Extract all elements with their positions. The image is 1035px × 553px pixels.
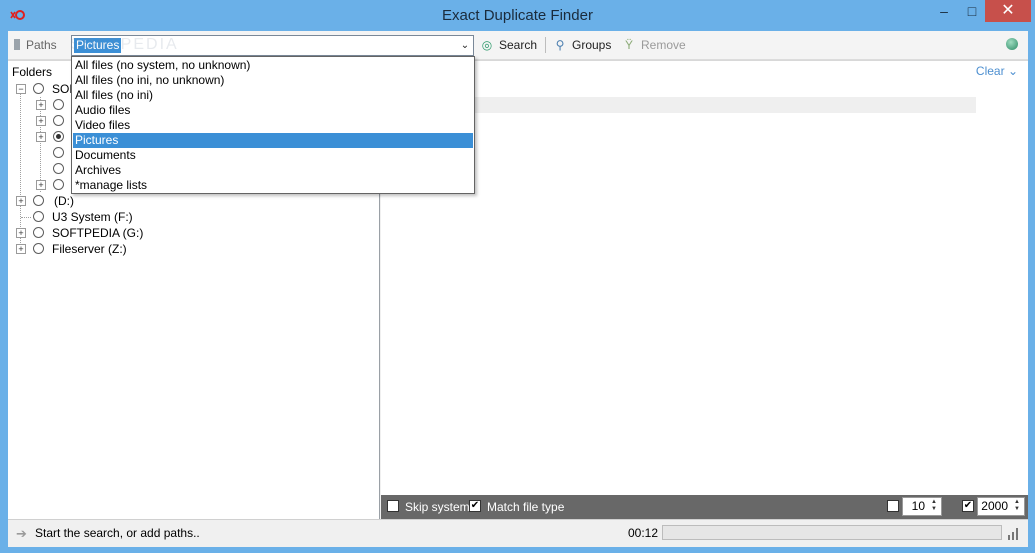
status-message: Start the search, or add paths.. — [35, 526, 200, 540]
chevron-down-icon: ⌄ — [1007, 64, 1018, 78]
tree-line — [21, 217, 31, 218]
min-size-value: 10 — [911, 499, 925, 513]
tree-node-child[interactable]: + — [12, 177, 72, 193]
groups-button[interactable]: ⚲ Groups — [553, 37, 612, 53]
dropdown-option[interactable]: Audio files — [73, 103, 473, 118]
toolbar-separator — [545, 37, 546, 53]
tree-node-label: SOFTPEDIA (G:) — [52, 226, 144, 240]
min-size-input[interactable]: 10 ▲ ▼ — [902, 497, 942, 516]
root-radio[interactable] — [33, 83, 44, 94]
drive-radio[interactable] — [33, 243, 44, 254]
min-size-checkbox[interactable] — [887, 500, 899, 512]
match-file-type-label: Match file type — [487, 500, 565, 514]
title-bar: Exact Duplicate Finder – □ ✕ — [0, 0, 1035, 31]
remove-label: Remove — [641, 38, 686, 52]
results-panel: Clear ⌄ Skip system ✔ Match file type 10… — [381, 60, 1028, 519]
search-icon: ◎ — [481, 38, 493, 52]
app-window: Exact Duplicate Finder – □ ✕ Paths Pictu… — [0, 0, 1035, 553]
child-radio[interactable] — [53, 163, 64, 174]
tree-node-drive-f[interactable]: U3 System (F:) — [12, 209, 372, 225]
elapsed-time: 00:12 — [628, 526, 659, 540]
close-button[interactable]: ✕ — [985, 0, 1031, 22]
dropdown-option[interactable]: Pictures — [73, 133, 473, 148]
drive-radio[interactable] — [33, 195, 44, 206]
clear-button[interactable]: Clear ⌄ — [976, 64, 1018, 78]
dropdown-option[interactable]: Video files — [73, 118, 473, 133]
minimize-button[interactable]: – — [930, 0, 958, 22]
file-filter-dropdown-list[interactable]: All files (no system, no unknown) All fil… — [71, 56, 475, 194]
tree-node-child[interactable] — [12, 161, 72, 177]
paths-icon — [14, 39, 20, 50]
clear-label: Clear — [975, 64, 1005, 78]
bar-chart-icon[interactable] — [1008, 528, 1018, 540]
drive-radio[interactable] — [33, 227, 44, 238]
tree-node-label: (D:) — [54, 194, 74, 208]
spinner-arrows-icon[interactable]: ▲ ▼ — [1011, 499, 1023, 514]
dropdown-option[interactable]: *manage lists — [73, 178, 473, 193]
max-size-checkbox[interactable]: ✔ — [962, 500, 974, 512]
options-bar: Skip system ✔ Match file type 10 ▲ ▼ ✔ 20… — [381, 495, 1028, 519]
tree-node-drive-d[interactable]: + (D:) — [12, 193, 372, 209]
dropdown-option[interactable]: All files (no system, no unknown) — [73, 58, 473, 73]
remove-button[interactable]: Ÿ Remove — [622, 37, 686, 53]
drive-radio[interactable] — [33, 211, 44, 222]
remove-icon: Ÿ — [624, 38, 633, 52]
groups-icon: ⚲ — [555, 38, 565, 52]
tree-node-child[interactable] — [12, 145, 72, 161]
tree-node-child[interactable]: + — [12, 129, 72, 145]
expand-icon[interactable]: + — [36, 132, 46, 142]
tree-node-drive-g[interactable]: + SOFTPEDIA (G:) — [12, 225, 372, 241]
file-filter-value: Pictures — [74, 38, 122, 53]
expand-icon[interactable]: + — [36, 100, 46, 110]
dropdown-option[interactable]: All files (no ini, no unknown) — [73, 73, 473, 88]
max-size-value: 2000 — [981, 499, 1008, 513]
skip-system-checkbox[interactable] — [387, 500, 399, 512]
progress-bar — [662, 525, 1002, 540]
dropdown-option[interactable]: All files (no ini) — [73, 88, 473, 103]
tree-node-child[interactable]: + — [12, 97, 72, 113]
collapse-icon[interactable]: − — [16, 84, 26, 94]
child-radio[interactable] — [53, 179, 64, 190]
match-file-type-checkbox[interactable]: ✔ — [469, 500, 481, 512]
dropdown-option[interactable]: Archives — [73, 163, 473, 178]
status-bar: ➔ Start the search, or add paths.. 00:12 — [8, 519, 1028, 547]
expand-icon[interactable]: + — [16, 228, 26, 238]
expand-icon[interactable]: + — [16, 244, 26, 254]
child-radio-selected[interactable] — [53, 131, 64, 142]
paths-button[interactable]: Paths — [14, 37, 57, 53]
search-button[interactable]: ◎ Search — [480, 37, 537, 53]
child-radio[interactable] — [53, 147, 64, 158]
expand-icon[interactable]: + — [36, 116, 46, 126]
arrow-right-icon: ➔ — [16, 526, 27, 541]
child-radio[interactable] — [53, 115, 64, 126]
file-filter-combobox[interactable]: Pictures ⌄ — [71, 35, 474, 56]
paths-label: Paths — [26, 38, 57, 52]
expand-icon[interactable]: + — [36, 180, 46, 190]
maximize-button[interactable]: □ — [958, 0, 986, 22]
window-title: Exact Duplicate Finder — [442, 7, 593, 24]
spinner-arrows-icon[interactable]: ▲ ▼ — [928, 499, 940, 514]
tree-node-child[interactable]: + — [12, 113, 72, 129]
skip-system-label: Skip system — [405, 500, 470, 514]
child-radio[interactable] — [53, 99, 64, 110]
chevron-down-icon[interactable]: ⌄ — [457, 36, 473, 55]
tree-node-label: Fileserver (Z:) — [52, 242, 127, 256]
tree-node-drive-z[interactable]: + Fileserver (Z:) — [12, 241, 372, 257]
dropdown-option[interactable]: Documents — [73, 148, 473, 163]
groups-label: Groups — [572, 38, 612, 52]
max-size-input[interactable]: 2000 ▲ ▼ — [977, 497, 1025, 516]
search-label: Search — [499, 38, 538, 52]
expand-icon[interactable]: + — [16, 196, 26, 206]
help-icon[interactable] — [1006, 38, 1018, 50]
tree-node-label: U3 System (F:) — [52, 210, 133, 224]
folders-label: Folders — [12, 65, 53, 79]
